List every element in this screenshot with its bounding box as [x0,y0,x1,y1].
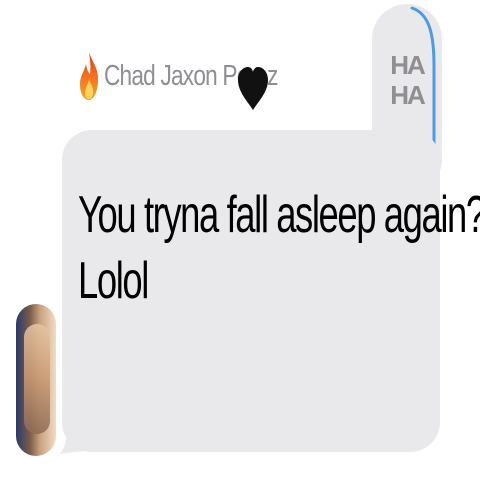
reaction-line-1: HA [390,50,426,80]
avatar-photo [24,324,50,434]
message-line-2: Lolol [78,252,149,310]
sender-header: Chad Jaxon Perez [78,36,327,116]
avatar[interactable] [16,304,56,456]
message-text: You tryna fall asleep again? Lolol [78,182,480,314]
reaction-line-2: HA [390,80,426,110]
black-heart-icon [238,67,268,110]
message-line-1: You tryna fall asleep again? [78,186,480,244]
haha-reaction-label: HA HA [382,50,432,110]
fire-icon [80,52,99,100]
